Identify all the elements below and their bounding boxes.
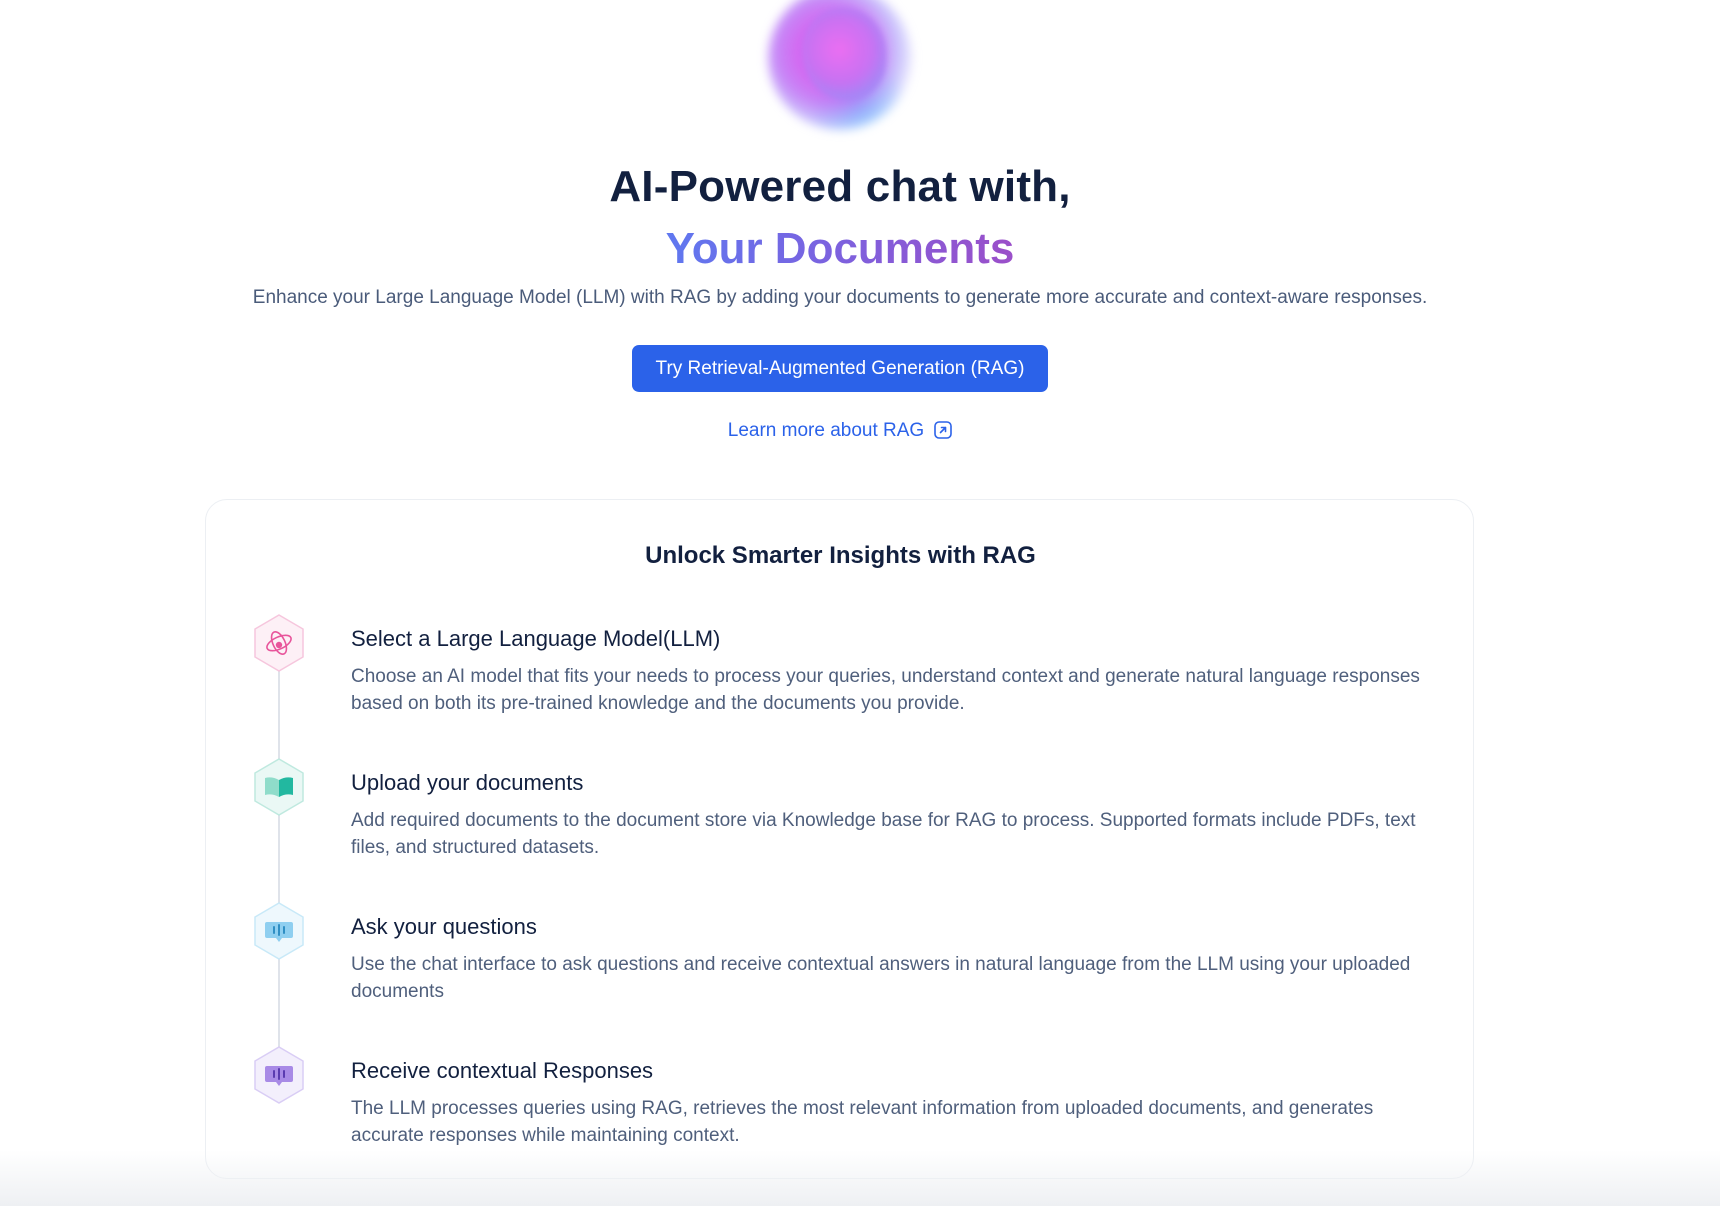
hero-title-highlight: Your Documents bbox=[0, 224, 1680, 274]
card-title: Unlock Smarter Insights with RAG bbox=[645, 542, 1036, 569]
step-title: Upload your documents bbox=[351, 770, 584, 795]
step-description: Choose an AI model that fits your needs … bbox=[351, 666, 1420, 714]
chat-bubble-icon bbox=[251, 901, 307, 961]
step-description: The LLM processes queries using RAG, ret… bbox=[351, 1098, 1374, 1146]
learn-more-label: Learn more about RAG bbox=[727, 420, 925, 441]
hero-title: AI-Powered chat with, bbox=[609, 162, 1071, 211]
step-description: Use the chat interface to ask questions … bbox=[351, 954, 1411, 1002]
step-title: Select a Large Language Model(LLM) bbox=[351, 626, 721, 651]
step-ask-questions: Ask your questions Use the chat interfac… bbox=[206, 901, 1475, 1011]
step-upload-documents: Upload your documents Add required docum… bbox=[206, 757, 1475, 867]
step-title: Ask your questions bbox=[351, 914, 537, 939]
hero-subtitle: Enhance your Large Language Model (LLM) … bbox=[252, 287, 1428, 308]
atom-icon bbox=[251, 613, 307, 673]
external-link-icon bbox=[934, 421, 953, 439]
try-rag-button[interactable]: Try Retrieval-Augmented Generation (RAG) bbox=[632, 345, 1048, 392]
step-select-llm: Select a Large Language Model(LLM) Choos… bbox=[206, 613, 1475, 723]
step-title: Receive contextual Responses bbox=[351, 1058, 654, 1083]
book-icon bbox=[251, 757, 307, 817]
hero-section: AI-Powered chat with, Your Documents Enh… bbox=[0, 0, 1720, 470]
rag-insights-card: Unlock Smarter Insights with RAG Select … bbox=[205, 499, 1474, 1179]
step-receive-responses: Receive contextual Responses The LLM pro… bbox=[206, 1045, 1475, 1155]
step-description: Add required documents to the document s… bbox=[351, 810, 1416, 858]
response-bubble-icon bbox=[251, 1045, 307, 1105]
learn-more-link[interactable]: Learn more about RAG bbox=[0, 420, 1680, 442]
hero-title-highlight-text: Your Documents bbox=[665, 224, 1015, 273]
